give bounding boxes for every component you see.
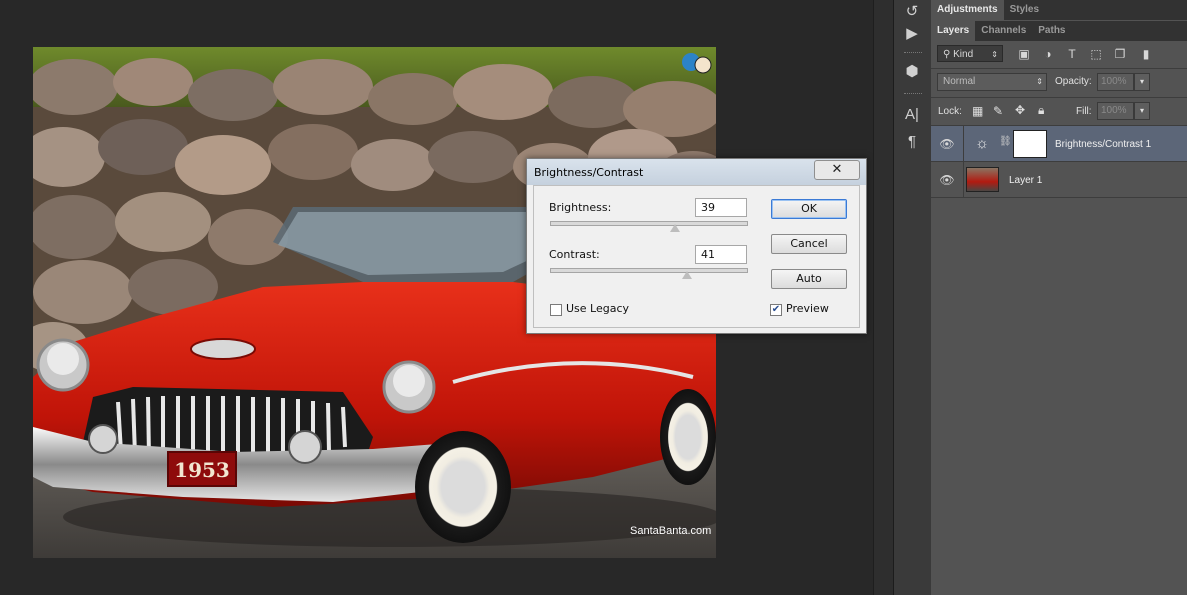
filter-toggle-icon[interactable]: ▮: [1137, 45, 1155, 63]
eye-icon[interactable]: 👁︎: [939, 136, 955, 152]
cancel-button[interactable]: Cancel: [771, 234, 847, 254]
lock-row: Lock: ▦ ✎ ✥ 🔒︎ Fill: 100% ▾: [931, 98, 1187, 126]
fill-label: Fill:: [1076, 106, 1092, 117]
chevron-updown-icon: ⇕: [1036, 77, 1043, 86]
lock-paint-icon[interactable]: ✎: [993, 104, 1003, 118]
preview-label: Preview: [786, 302, 829, 315]
opacity-input[interactable]: 100%: [1097, 73, 1134, 91]
blend-row: Normal ⇕ Opacity: 100% ▾: [931, 69, 1187, 97]
link-icon[interactable]: ⛓: [999, 136, 1012, 147]
dialog-title: Brightness/Contrast: [534, 166, 644, 179]
preview-checkbox[interactable]: ✔: [770, 304, 782, 316]
kind-filter-select[interactable]: ⚲ Kind ⇕: [937, 45, 1003, 62]
auto-button[interactable]: Auto: [771, 269, 847, 289]
document-canvas[interactable]: 1953 SantaBanta.com Brightness/Contrast …: [0, 0, 873, 595]
search-icon: ⚲: [943, 49, 954, 60]
lock-label: Lock:: [938, 106, 962, 117]
panel-grip[interactable]: [904, 52, 922, 56]
chevron-updown-icon: ⇕: [991, 50, 998, 59]
lock-move-icon[interactable]: ✥: [1015, 103, 1025, 117]
dialog-titlebar[interactable]: Brightness/Contrast ✕: [527, 159, 866, 185]
type-filter-icon[interactable]: T: [1063, 45, 1081, 63]
license-plate-text: 1953: [174, 458, 230, 482]
blend-mode-value: Normal: [943, 76, 976, 87]
layer-mask-thumbnail[interactable]: [1013, 130, 1047, 158]
contrast-slider-thumb[interactable]: [682, 271, 693, 279]
ok-button[interactable]: OK: [771, 199, 847, 219]
eye-icon[interactable]: 👁︎: [939, 172, 955, 188]
close-button[interactable]: ✕: [814, 160, 860, 180]
layer-name: Layer 1: [1009, 175, 1043, 186]
tab-channels[interactable]: Channels: [975, 21, 1032, 41]
brightness-contrast-dialog: Brightness/Contrast ✕ Brightness: 39 Con…: [526, 158, 867, 334]
blend-mode-select[interactable]: Normal ⇕: [937, 73, 1047, 91]
collapsed-panels-strip: ↺ ▶ ⬢ A| ¶: [893, 0, 932, 595]
watermark-text: SantaBanta.com: [630, 525, 711, 537]
right-panel-dock: Adjustments Styles Layers Channels Paths…: [931, 0, 1187, 595]
history-icon[interactable]: ↺: [900, 0, 924, 22]
tab-paths[interactable]: Paths: [1032, 21, 1071, 41]
character-icon[interactable]: A|: [900, 103, 924, 125]
tab-layers[interactable]: Layers: [931, 21, 976, 41]
opacity-dropdown-button[interactable]: ▾: [1134, 73, 1150, 91]
contrast-input[interactable]: 41: [695, 245, 747, 264]
smart-object-filter-icon[interactable]: ❐: [1111, 45, 1129, 63]
shape-filter-icon[interactable]: ⬚: [1087, 45, 1105, 63]
use-legacy-label: Use Legacy: [566, 302, 630, 315]
use-legacy-checkbox[interactable]: [550, 304, 562, 316]
brightness-input[interactable]: 39: [695, 198, 747, 217]
brightness-slider-thumb[interactable]: [670, 224, 681, 232]
contrast-label: Contrast:: [549, 248, 600, 261]
tab-styles[interactable]: Styles: [1004, 0, 1045, 20]
play-action-icon[interactable]: ▶: [900, 22, 924, 44]
layer-thumbnail[interactable]: [966, 167, 999, 192]
contrast-slider-track[interactable]: [550, 268, 748, 273]
fill-dropdown-button[interactable]: ▾: [1134, 102, 1150, 120]
kind-filter-label: Kind: [953, 49, 974, 60]
adjustment-filter-icon[interactable]: ◑: [1039, 45, 1057, 63]
layer-row-layer1[interactable]: 👁︎ Layer 1: [931, 162, 1187, 198]
panel-collapse-gutter: [873, 0, 894, 595]
panel-grip[interactable]: [904, 93, 922, 97]
layers-tabbar: Layers Channels Paths: [931, 21, 1187, 41]
filter-row: ⚲ Kind ⇕ ▣ ◑ T ⬚ ❐ ▮: [931, 41, 1187, 67]
layer-name: Brightness/Contrast 1: [1055, 139, 1152, 150]
3d-cube-icon[interactable]: ⬢: [900, 60, 924, 82]
opacity-label: Opacity:: [1055, 76, 1092, 87]
brightness-adjustment-icon: ☼: [975, 135, 989, 152]
pixel-filter-icon[interactable]: ▣: [1015, 45, 1033, 63]
tab-adjustments[interactable]: Adjustments: [931, 0, 1004, 20]
lock-transparent-icon[interactable]: ▦: [972, 104, 983, 118]
paragraph-icon[interactable]: ¶: [900, 130, 924, 152]
dialog-content: Brightness: 39 Contrast: 41 Use Legacy O…: [533, 185, 860, 328]
brightness-label: Brightness:: [549, 201, 612, 214]
adjustments-tabbar: Adjustments Styles: [931, 0, 1187, 20]
brightness-slider-track[interactable]: [550, 221, 748, 226]
layers-panel: ⚲ Kind ⇕ ▣ ◑ T ⬚ ❐ ▮ Normal ⇕ Opacity: 1…: [931, 41, 1187, 595]
fill-input[interactable]: 100%: [1097, 102, 1134, 120]
layer-row-brightness-contrast[interactable]: 👁︎ ☼ ⛓ Brightness/Contrast 1: [931, 126, 1187, 162]
lock-all-icon[interactable]: 🔒︎: [1038, 103, 1044, 118]
